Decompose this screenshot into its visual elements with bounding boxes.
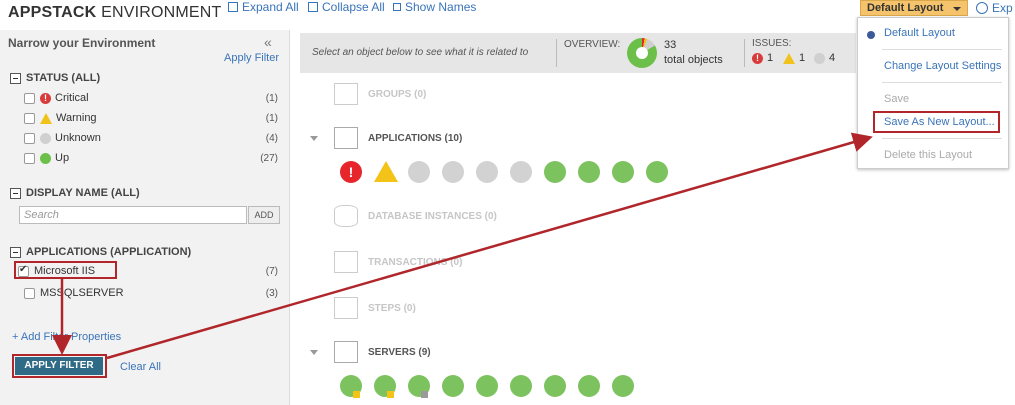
warning-node-icon[interactable] — [374, 161, 398, 182]
tv-icon — [334, 251, 358, 273]
layout-dropdown-menu: Default Layout Change Layout Settings Sa… — [857, 17, 1009, 169]
checkbox[interactable] — [24, 132, 35, 144]
display-name-search-input[interactable]: Search — [19, 206, 247, 224]
total-objects-label: total objects — [664, 54, 723, 66]
up-node-icon[interactable] — [578, 375, 600, 397]
sidebar-title: Narrow your Environment — [8, 36, 156, 50]
group-row-transactions[interactable]: TRANSACTIONS (0) — [310, 247, 462, 277]
group-row-applications[interactable]: APPLICATIONS (10) — [310, 123, 462, 153]
checkbox[interactable] — [24, 152, 35, 164]
warning-icon — [40, 112, 52, 124]
issue-unknown[interactable]: 4 — [814, 52, 835, 64]
menu-item-default-layout[interactable]: Default Layout — [884, 27, 955, 39]
divider — [882, 82, 1002, 83]
selected-dot-icon — [867, 31, 875, 39]
status-filter-critical[interactable]: ! Critical (1) — [24, 90, 278, 106]
up-node-icon[interactable] — [646, 161, 668, 183]
divider — [744, 39, 745, 67]
group-row-database-instances[interactable]: DATABASE INSTANCES (0) — [310, 201, 497, 231]
show-names-link[interactable]: Show Names — [393, 0, 476, 14]
chevron-down-icon — [953, 7, 961, 11]
substatus-marker — [387, 391, 394, 398]
overview-label: OVERVIEW: — [564, 39, 621, 50]
substatus-marker — [421, 391, 428, 398]
up-node-icon[interactable] — [544, 375, 566, 397]
unknown-node-icon[interactable] — [510, 161, 532, 183]
group-row-steps[interactable]: STEPS (0) — [310, 293, 416, 323]
checkbox[interactable] — [24, 92, 35, 104]
status-section-header[interactable]: STATUS (ALL) — [10, 72, 100, 84]
group-row-groups[interactable]: GROUPS (0) — [310, 79, 426, 109]
group-row-servers[interactable]: SERVERS (9) — [310, 337, 431, 367]
window-icon — [334, 127, 358, 149]
layout-dropdown-button[interactable]: Default Layout — [860, 0, 968, 16]
divider — [556, 39, 557, 67]
folder-icon — [334, 83, 358, 105]
menu-item-save: Save — [884, 93, 910, 105]
highlight-box-apply — [12, 354, 107, 378]
total-objects-count: 33 — [664, 39, 677, 51]
collapse-all-link[interactable]: Collapse All — [308, 0, 385, 14]
filter-sidebar: Narrow your Environment « Apply Filter S… — [0, 30, 290, 405]
collapse-minus-icon[interactable] — [10, 72, 21, 84]
status-filter-unknown[interactable]: Unknown (4) — [24, 130, 278, 146]
up-node-icon[interactable] — [476, 375, 498, 397]
unknown-node-icon[interactable] — [442, 161, 464, 183]
film-icon — [334, 297, 358, 319]
warning-icon — [783, 52, 795, 64]
add-name-button[interactable]: ADD — [248, 206, 280, 224]
issue-critical[interactable]: ! 1 — [752, 52, 773, 64]
server-icon — [334, 341, 358, 363]
status-donut-chart[interactable] — [627, 38, 657, 68]
status-filter-up[interactable]: Up (27) — [24, 150, 278, 166]
page-title: APPSTACK ENVIRONMENT — [8, 4, 222, 21]
overview-hint: Select an object below to see what it is… — [312, 47, 529, 58]
database-icon — [334, 205, 358, 227]
up-node-icon[interactable] — [578, 161, 600, 183]
unknown-node-icon[interactable] — [476, 161, 498, 183]
expand-icon — [228, 2, 238, 12]
add-filter-properties-link[interactable]: + Add Filter Properties — [12, 331, 121, 343]
overview-bar: Select an object below to see what it is… — [300, 33, 856, 73]
chevron-down-icon[interactable] — [310, 349, 318, 355]
collapse-icon — [308, 2, 318, 12]
apply-filter-link[interactable]: Apply Filter — [224, 52, 279, 64]
up-node-icon[interactable] — [612, 375, 634, 397]
collapse-minus-icon[interactable] — [10, 246, 21, 258]
highlight-box-iis — [14, 261, 117, 279]
export-link[interactable]: Exp — [976, 1, 1013, 15]
critical-icon: ! — [752, 52, 763, 64]
collapse-sidebar-icon[interactable]: « — [264, 34, 272, 50]
issues-label: ISSUES: — [752, 38, 792, 49]
issue-warning[interactable]: 1 — [783, 52, 805, 64]
divider — [882, 49, 1002, 50]
names-icon — [393, 3, 401, 11]
chevron-down-icon[interactable] — [310, 135, 318, 141]
checkbox[interactable] — [24, 112, 35, 124]
menu-item-change-layout-settings[interactable]: Change Layout Settings — [884, 60, 1001, 72]
menu-item-delete-layout: Delete this Layout — [884, 149, 973, 161]
up-node-icon[interactable] — [510, 375, 532, 397]
up-icon — [40, 152, 51, 164]
clock-icon — [976, 2, 988, 14]
status-filter-warning[interactable]: Warning (1) — [24, 110, 278, 126]
up-node-icon[interactable] — [442, 375, 464, 397]
unknown-node-icon[interactable] — [408, 161, 430, 183]
up-node-icon[interactable] — [544, 161, 566, 183]
applications-section-header[interactable]: APPLICATIONS (APPLICATION) — [10, 246, 191, 258]
app-filter-mssqlserver[interactable]: MSSQLSERVER (3) — [24, 285, 278, 301]
display-name-section-header[interactable]: DISPLAY NAME (ALL) — [10, 187, 140, 199]
clear-all-link[interactable]: Clear All — [120, 361, 161, 373]
divider — [882, 138, 1002, 139]
up-node-icon[interactable] — [612, 161, 634, 183]
highlight-box-save-as — [873, 111, 1000, 133]
collapse-minus-icon[interactable] — [10, 187, 21, 199]
unknown-icon — [40, 132, 51, 144]
critical-node-icon[interactable]: ! — [340, 161, 362, 183]
substatus-marker — [353, 391, 360, 398]
critical-icon: ! — [40, 92, 51, 104]
checkbox[interactable] — [24, 287, 35, 299]
unknown-icon — [814, 52, 825, 64]
expand-all-link[interactable]: Expand All — [228, 0, 299, 14]
